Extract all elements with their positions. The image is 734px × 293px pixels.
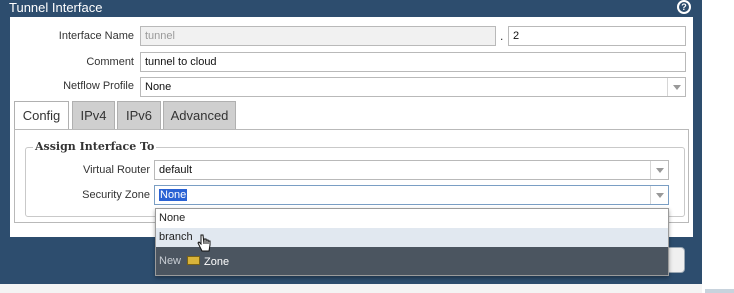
background-bottom	[0, 284, 702, 293]
virtual-router-value: default	[159, 164, 193, 176]
dialog-title-bar: Tunnel Interface ?	[0, 0, 702, 17]
netflow-profile-label: Netflow Profile	[63, 80, 134, 92]
hand-cursor-icon	[197, 234, 211, 252]
interface-suffix-field[interactable]: 2	[508, 26, 686, 46]
background-right	[702, 0, 734, 293]
interface-name-field: tunnel	[140, 26, 496, 46]
footer-button-edge[interactable]	[669, 247, 685, 273]
new-zone-item[interactable]: New Zone	[156, 247, 668, 275]
tab-config[interactable]: Config	[14, 101, 69, 130]
tab-advanced[interactable]: Advanced	[163, 101, 236, 129]
zone-icon	[187, 256, 200, 265]
chevron-down-icon[interactable]	[667, 78, 685, 96]
dialog-content: Interface Name tunnel . 2 Comment tunnel…	[10, 17, 693, 237]
chevron-down-icon[interactable]	[650, 186, 668, 204]
assign-interface-section: Assign Interface To Virtual Router defau…	[25, 140, 685, 217]
security-zone-value[interactable]: None	[159, 189, 188, 201]
zone-option-branch[interactable]: branch	[156, 228, 668, 247]
zone-option-none[interactable]: None	[156, 209, 668, 228]
netflow-profile-select[interactable]: None	[140, 77, 686, 97]
netflow-profile-value: None	[145, 81, 172, 93]
comment-label: Comment	[86, 56, 134, 68]
security-zone-dropdown: None branch New Zone	[155, 208, 669, 276]
tab-ipv6[interactable]: IPv6	[117, 101, 161, 129]
background-strip	[705, 289, 734, 293]
section-title: Assign Interface To	[33, 140, 157, 153]
comment-field[interactable]: tunnel to cloud	[140, 52, 686, 72]
security-zone-select[interactable]: None	[154, 185, 669, 205]
new-zone-label[interactable]: Zone	[204, 256, 229, 268]
interface-separator: .	[500, 29, 504, 43]
dialog-title: Tunnel Interface	[9, 0, 103, 15]
interface-name-label: Interface Name	[58, 30, 134, 42]
help-icon[interactable]: ?	[677, 0, 691, 14]
virtual-router-label: Virtual Router	[82, 164, 150, 176]
new-label: New	[159, 255, 182, 267]
virtual-router-select[interactable]: default	[154, 160, 669, 180]
tab-ipv4[interactable]: IPv4	[72, 101, 115, 129]
chevron-down-icon[interactable]	[650, 161, 668, 179]
security-zone-label: Security Zone	[82, 189, 150, 201]
